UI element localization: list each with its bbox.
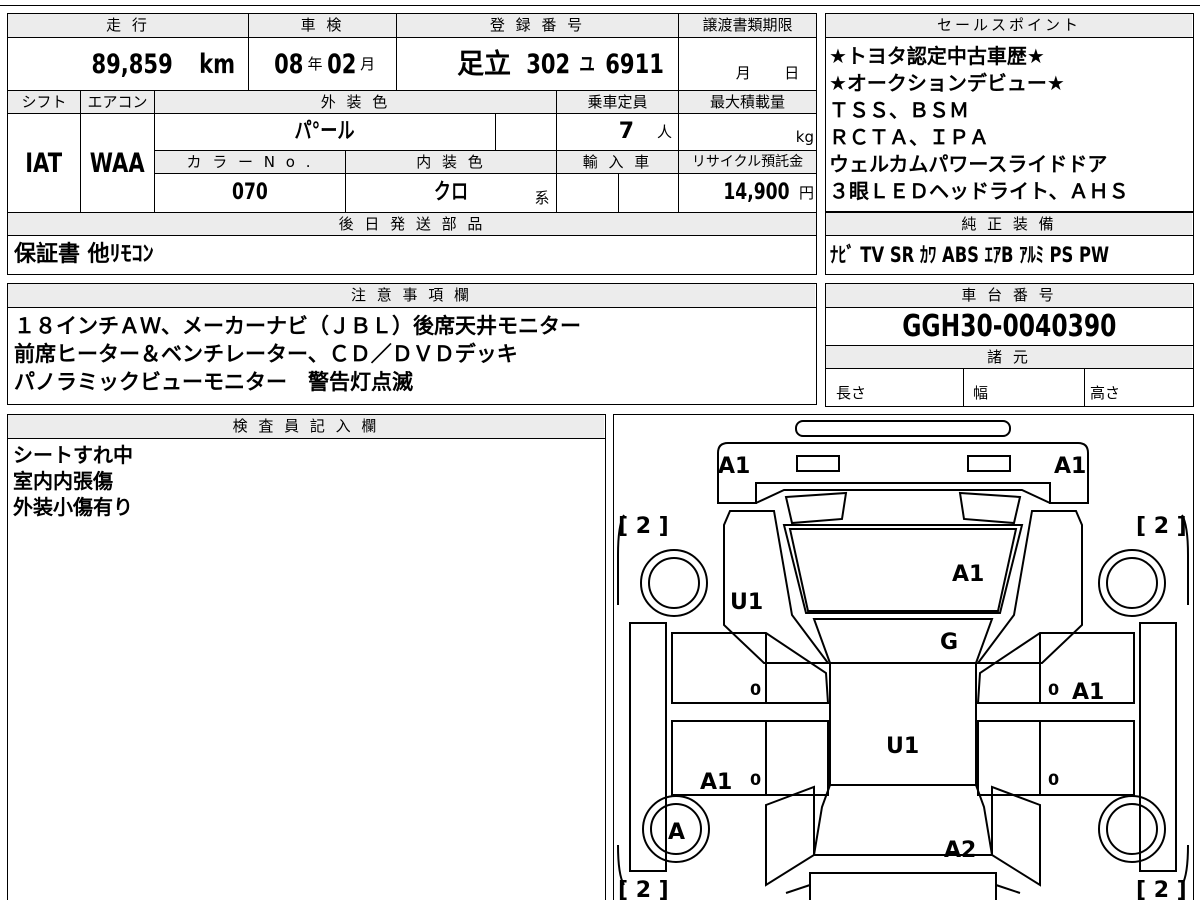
sales-point-item: ウェルカムパワースライドドア <box>829 152 1108 176</box>
sales-point-item: ＴＳＳ、ＢＳＭ <box>829 98 969 122</box>
car-outline: A1 A1 A1 U1 G A1 U1 A1 A A2 [ 2 ] [ 2 ] … <box>617 420 1189 900</box>
interior-color-suffix: 系 <box>534 188 550 207</box>
plate-number: 足立 302 ユ 6911 <box>457 48 664 80</box>
mark-front-left-tire: [ 2 ] <box>618 514 669 539</box>
equipment-panel: 純 正 装 備 ﾅﾋﾞ TV SR ｶﾜ ABS ｴｱB ｱﾙﾐ PS PW <box>825 212 1194 275</box>
sales-points-list: ★トヨタ認定中古車歴★ ★オークションデビュー★ ＴＳＳ、ＢＳＭ ＲＣＴＡ、ＩＰ… <box>829 43 1191 205</box>
registration-header: 登 録 番 号 <box>397 14 678 37</box>
mark-roof: U1 <box>886 734 919 759</box>
shift-value: IAT <box>25 147 63 179</box>
later-parts-value: 保証書 他ﾘﾓｺﾝ <box>14 242 154 267</box>
color-no-header: カ ラ ー N o . <box>155 151 345 173</box>
sales-point-item: ３眼ＬＥＤヘッドライト、ＡＨＳ <box>829 179 1129 203</box>
mark-door-zero: 0 <box>1048 770 1059 789</box>
sales-points-panel: セールスポイント ★トヨタ認定中古車歴★ ★オークションデビュー★ ＴＳＳ、ＢＳ… <box>825 13 1194 212</box>
inspector-note-line: 室内内張傷 <box>13 469 113 493</box>
recycle-fee-value: 14,900 円 <box>723 180 814 205</box>
transfer-deadline-header: 譲渡書類期限 <box>679 14 816 37</box>
inspector-notes: シートすれ中 室内内張傷 外装小傷有り <box>13 442 593 520</box>
chassis-header: 車 台 番 号 <box>826 284 1192 307</box>
max-load-header: 最大積載量 <box>679 91 816 113</box>
equipment-value: ﾅﾋﾞ TV SR ｶﾜ ABS ｴｱB ｱﾙﾐ PS PW <box>830 242 1110 267</box>
width-label: 幅 <box>973 384 989 402</box>
inspector-note-line: 外装小傷有り <box>13 495 133 519</box>
specs-header: 諸 元 <box>826 346 1192 368</box>
inspection-header: 車 検 <box>249 14 396 37</box>
chassis-number: GGH30-0040390 <box>901 308 1117 344</box>
vehicle-info-table: 走 行 車 検 登 録 番 号 譲渡書類期限 89,859 km 08 年 02 月 … <box>7 13 817 275</box>
equipment-header: 純 正 装 備 <box>826 213 1192 235</box>
mark-front-left: A1 <box>718 454 750 479</box>
chassis-panel: 車 台 番 号 GGH30-0040390 諸 元 長さ 幅 高さ <box>825 283 1194 407</box>
note-line: パノラミックビューモニター 警告灯点滅 <box>14 370 413 394</box>
mark-front-left-fender: U1 <box>730 590 763 615</box>
mark-left-rear-door: A1 <box>700 770 732 795</box>
inspector-note-line: シートすれ中 <box>13 443 133 467</box>
interior-color-value: クロ <box>433 180 469 205</box>
capacity-value: 7 人 <box>618 119 672 144</box>
inspector-header: 検 査 員 記 入 欄 <box>8 415 604 438</box>
mark-left-rear-wheel: A <box>668 820 685 845</box>
inspection-value: 08 年 02 月 <box>274 48 376 80</box>
mark-front-right: A1 <box>1054 454 1086 479</box>
exterior-color-header: 外 装 色 <box>155 91 556 113</box>
sales-point-item: ★オークションデビュー★ <box>829 71 1065 95</box>
exterior-color-value: パ°ール <box>294 119 356 144</box>
aircon-value: WAA <box>90 147 145 179</box>
capacity-header: 乗車定員 <box>557 91 678 113</box>
transfer-deadline-value: 月日 <box>735 63 800 82</box>
mileage-value: 89,859 km <box>91 48 235 80</box>
recycle-header: リサイクル預託金 <box>679 151 816 173</box>
sales-points-header: セールスポイント <box>826 14 1192 37</box>
interior-color-header: 内 装 色 <box>346 151 556 173</box>
mark-door-zero: 0 <box>1048 680 1059 699</box>
mark-rear-left-tire: [ 2 ] <box>618 878 669 900</box>
height-label: 高さ <box>1090 384 1121 402</box>
mileage-header: 走 行 <box>8 14 248 37</box>
mark-right-front-door: A1 <box>1072 680 1104 705</box>
notes-panel: 注 意 事 項 欄 １８インチＡＷ、メーカーナビ（ＪＢＬ）後席天井モニター 前席… <box>7 283 817 405</box>
max-load-unit: kg <box>795 127 814 146</box>
inspector-panel: 検 査 員 記 入 欄 シートすれ中 室内内張傷 外装小傷有り <box>7 414 606 900</box>
mark-rear-glass: A2 <box>944 838 976 863</box>
import-header: 輸 入 車 <box>557 151 678 173</box>
notes-list: １８インチＡＷ、メーカーナビ（ＪＢＬ）後席天井モニター 前席ヒーター＆ベンチレー… <box>14 312 804 396</box>
mark-windshield: G <box>940 630 958 655</box>
mark-door-zero: 0 <box>750 770 761 789</box>
mark-door-zero: 0 <box>750 680 761 699</box>
mark-rear-right-tire: [ 2 ] <box>1136 878 1187 900</box>
aircon-header: エアコン <box>81 91 154 113</box>
notes-header: 注 意 事 項 欄 <box>8 284 815 307</box>
sales-point-item: ★トヨタ認定中古車歴★ <box>829 44 1045 68</box>
top-edge-strip <box>0 0 1200 6</box>
color-no-value: 070 <box>232 180 268 205</box>
later-parts-header: 後 日 発 送 部 品 <box>8 213 816 235</box>
mark-bonnet: A1 <box>952 562 984 587</box>
note-line: 前席ヒーター＆ベンチレーター、ＣＤ／ＤＶＤデッキ <box>14 342 518 366</box>
length-label: 長さ <box>836 384 867 402</box>
shift-header: シフト <box>8 91 80 113</box>
damage-diagram: A1 A1 A1 U1 G A1 U1 A1 A A2 [ 2 ] [ 2 ] … <box>613 414 1194 900</box>
mark-front-right-tire: [ 2 ] <box>1136 514 1187 539</box>
sales-point-item: ＲＣＴＡ、ＩＰＡ <box>829 125 989 149</box>
note-line: １８インチＡＷ、メーカーナビ（ＪＢＬ）後席天井モニター <box>14 314 581 338</box>
